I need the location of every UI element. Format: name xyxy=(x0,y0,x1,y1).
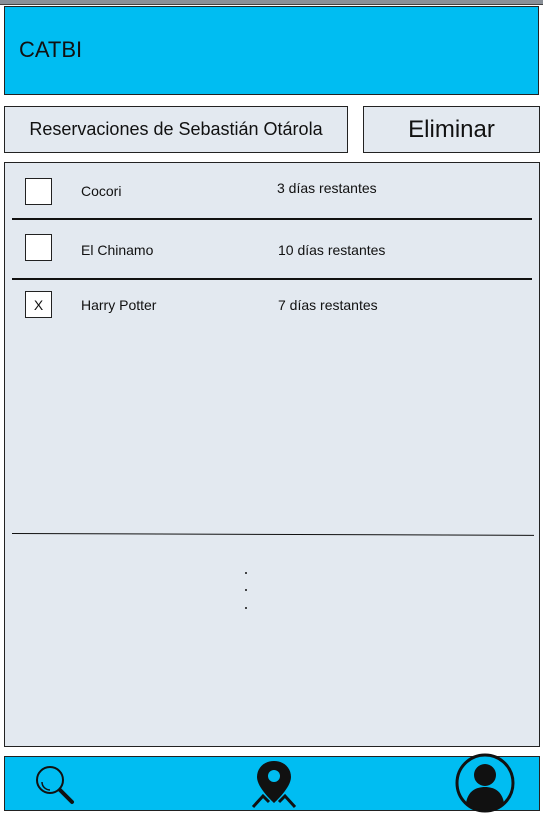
map-pin-icon[interactable] xyxy=(251,759,297,813)
reservation-title: El Chinamo xyxy=(81,242,154,258)
reservation-checkbox[interactable] xyxy=(25,234,52,261)
user-profile-icon[interactable] xyxy=(454,753,516,813)
ellipsis-dot xyxy=(245,607,247,609)
app-title: CATBI xyxy=(19,37,83,62)
search-icon[interactable] xyxy=(33,763,79,812)
reservations-list: Cocori 3 días restantes El Chinamo 10 dí… xyxy=(4,162,540,747)
reservation-checkbox[interactable] xyxy=(25,178,52,205)
reservation-days-left: 7 días restantes xyxy=(278,297,378,313)
row-divider xyxy=(12,218,532,220)
app-screen: CATBI Reservaciones de Sebastián Otárola… xyxy=(0,0,543,813)
reservation-title: Harry Potter xyxy=(81,297,157,313)
app-header: CATBI xyxy=(4,6,539,95)
reservation-checkbox[interactable]: X xyxy=(25,291,52,318)
reservation-days-left: 10 días restantes xyxy=(278,242,386,258)
window-top-edge xyxy=(0,0,543,5)
row-divider xyxy=(12,278,532,280)
bottom-navigation xyxy=(4,753,540,813)
list-section-divider xyxy=(11,533,534,536)
ellipsis-dot xyxy=(245,572,247,574)
reservations-owner-label: Reservaciones de Sebastián Otárola xyxy=(4,106,348,153)
ellipsis-dot xyxy=(245,589,247,591)
reservation-title: Cocori xyxy=(81,183,122,199)
delete-button[interactable]: Eliminar xyxy=(363,106,540,153)
reservation-days-left: 3 días restantes xyxy=(277,180,377,196)
